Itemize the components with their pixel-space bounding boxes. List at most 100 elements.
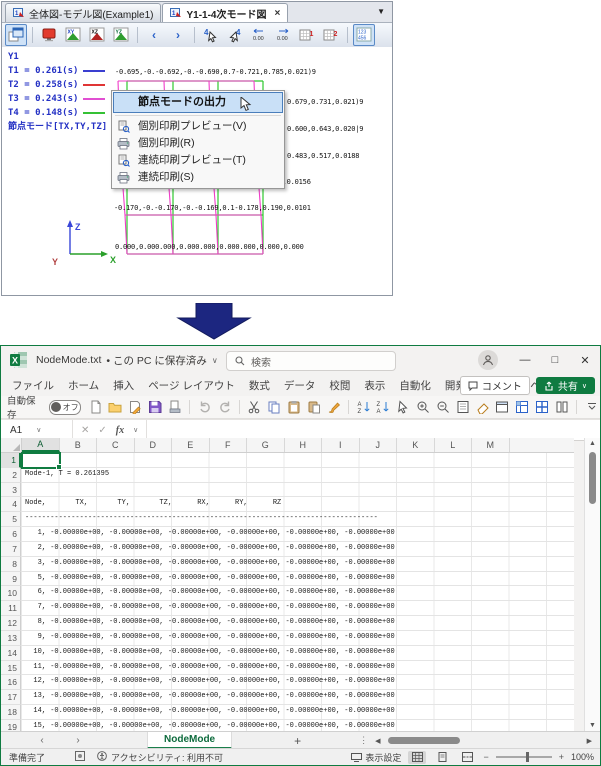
zoom-in-button[interactable] (415, 399, 432, 416)
row-cells[interactable]: 14, -0.00000e+00, -0.00000e+00, -0.00000… (21, 705, 574, 720)
page-layout-view-button[interactable] (433, 751, 451, 764)
confirm-entry-icon[interactable]: ✓ (98, 425, 106, 436)
normal-view-button[interactable] (408, 751, 426, 764)
row-header-9[interactable]: 9 (1, 572, 21, 587)
row-cells[interactable]: 12, -0.00000e+00, -0.00000e+00, -0.00000… (21, 675, 574, 690)
row-header-12[interactable]: 12 (1, 616, 21, 631)
menu-item-node-mode-output[interactable]: 節点モードの出力 (113, 92, 283, 113)
column-header-B[interactable]: B (60, 438, 98, 452)
grid-num-2-button[interactable]: 2 (320, 24, 342, 46)
print-preview-button[interactable] (167, 399, 184, 416)
row-header-17[interactable]: 17 (1, 690, 21, 705)
row-cells[interactable]: Mode-1, T = 0.261395 (21, 468, 574, 483)
chart-xy-button[interactable]: XY (62, 24, 84, 46)
row-header-10[interactable]: 10 (1, 586, 21, 601)
row-cells[interactable]: 7, -0.00000e+00, -0.00000e+00, -0.00000e… (21, 601, 574, 616)
ribbon-tab-データ[interactable]: データ (277, 378, 323, 393)
column-header-F[interactable]: F (210, 438, 248, 452)
row-header-13[interactable]: 13 (1, 631, 21, 646)
zoom-out-button[interactable] (434, 399, 451, 416)
account-avatar[interactable] (478, 350, 498, 370)
row-cells[interactable]: 9, -0.00000e+00, -0.00000e+00, -0.00000e… (21, 631, 574, 646)
menu-item-3[interactable]: 連続印刷プレビュー(T) (112, 152, 284, 169)
row-cells[interactable]: 3, -0.00000e+00, -0.00000e+00, -0.00000e… (21, 557, 574, 572)
column-header-M[interactable]: M (472, 438, 510, 452)
formula-expand-icon[interactable]: ∨ (133, 426, 138, 434)
row-header-6[interactable]: 6 (1, 527, 21, 542)
sort-az-button[interactable]: AZ (355, 399, 372, 416)
display-red-button[interactable] (38, 24, 60, 46)
scroll-up-icon[interactable]: ▲ (589, 438, 596, 450)
column-header-A[interactable]: A (22, 438, 60, 452)
row-header-16[interactable]: 16 (1, 675, 21, 690)
save-as-button[interactable] (127, 399, 144, 416)
scroll-right-icon[interactable]: ▶ (582, 737, 592, 745)
tab-list-dropdown-icon[interactable]: ▼ (377, 7, 385, 16)
new-file-button[interactable] (87, 399, 104, 416)
title-caret-icon[interactable]: ∨ (212, 356, 218, 365)
column-header-J[interactable]: J (360, 438, 398, 452)
row-header-14[interactable]: 14 (1, 646, 21, 661)
ribbon-tab-校閲[interactable]: 校閲 (322, 378, 357, 393)
share-button[interactable]: 共有 ∨ (536, 377, 595, 394)
worksheet-grid[interactable]: ABCDEFGHIJKLM 12Mode-1, T = 0.26139534No… (1, 438, 574, 732)
sort-za-button[interactable]: ZA (375, 399, 392, 416)
column-header-K[interactable]: K (397, 438, 435, 452)
zoom-level[interactable]: 100% (571, 752, 594, 762)
add-sheet-button[interactable]: + (294, 734, 301, 748)
menu-item-1[interactable]: 個別印刷プレビュー(V) (112, 118, 284, 135)
row-cells[interactable]: Node, TX, TY, TZ, RX, RY, RZ (21, 497, 574, 512)
row-header-11[interactable]: 11 (1, 601, 21, 616)
chart-yz-button[interactable]: YZ (110, 24, 132, 46)
row-cells[interactable] (21, 483, 574, 498)
comments-button[interactable]: コメント (460, 376, 530, 395)
freeze-panes-button[interactable] (514, 399, 531, 416)
ribbon-tab-ページ レイアウト[interactable]: ページ レイアウト (141, 378, 242, 393)
row-header-3[interactable]: 3 (1, 483, 21, 498)
column-header-H[interactable]: H (285, 438, 323, 452)
row-header-7[interactable]: 7 (1, 542, 21, 557)
column-header-I[interactable]: I (322, 438, 360, 452)
minimize-button[interactable]: — (510, 346, 540, 374)
fill-handle[interactable] (56, 464, 62, 470)
column-header-G[interactable]: G (247, 438, 285, 452)
column-header-E[interactable]: E (172, 438, 210, 452)
grid-num-1-button[interactable]: 1 (296, 24, 318, 46)
zoom-out-button[interactable]: − (483, 752, 488, 762)
cancel-entry-icon[interactable]: ✕ (81, 425, 89, 436)
ribbon-tab-数式[interactable]: 数式 (242, 378, 277, 393)
dim-left-button[interactable]: 0.00 (248, 24, 270, 46)
format-painter-button[interactable] (325, 399, 342, 416)
tab-close-icon[interactable]: × (274, 8, 280, 19)
hscroll-track[interactable] (385, 736, 582, 745)
open-folder-button[interactable] (107, 399, 124, 416)
select-pointer-button[interactable] (395, 399, 412, 416)
row-header-5[interactable]: 5 (1, 512, 21, 527)
ribbon-tab-ファイル[interactable]: ファイル (5, 378, 61, 393)
window-restore-button[interactable] (5, 24, 27, 46)
columns-button[interactable] (553, 399, 570, 416)
close-button[interactable]: ✕ (570, 346, 600, 374)
viewer-tab-2[interactable]: 1Y1-1-4次モード図× (162, 3, 288, 22)
row-header-1[interactable]: 1 (1, 453, 21, 468)
copy-button[interactable] (266, 399, 283, 416)
row-cells[interactable]: 13, -0.00000e+00, -0.00000e+00, -0.00000… (21, 690, 574, 705)
horizontal-scrollbar[interactable]: ◀ ▶ (375, 736, 592, 745)
node-values-button[interactable]: 123456 (353, 24, 375, 46)
row-header-2[interactable]: 2 (1, 468, 21, 483)
row-cells[interactable]: 5, -0.00000e+00, -0.00000e+00, -0.00000e… (21, 572, 574, 587)
autosave-toggle[interactable]: 自動保存 オフ (7, 393, 81, 421)
eraser-button[interactable] (474, 399, 491, 416)
sheet-prev-icon[interactable]: ‹ (35, 735, 49, 746)
search-box[interactable]: 検索 (226, 351, 396, 371)
ribbon-tab-自動化[interactable]: 自動化 (392, 378, 438, 393)
vscroll-thumb[interactable] (589, 452, 596, 504)
row-cells[interactable]: 1, -0.00000e+00, -0.00000e+00, -0.00000e… (21, 527, 574, 542)
row-cells[interactable]: 6, -0.00000e+00, -0.00000e+00, -0.00000e… (21, 586, 574, 601)
tab-overflow-icon[interactable]: ⋮ (359, 735, 369, 746)
row-cells[interactable] (21, 453, 574, 468)
select-all-corner[interactable] (1, 438, 22, 452)
row-cells[interactable]: 11, -0.00000e+00, -0.00000e+00, -0.00000… (21, 661, 574, 676)
display-settings-button[interactable]: 表示設定 (351, 751, 401, 764)
sheet-next-icon[interactable]: › (71, 735, 85, 746)
